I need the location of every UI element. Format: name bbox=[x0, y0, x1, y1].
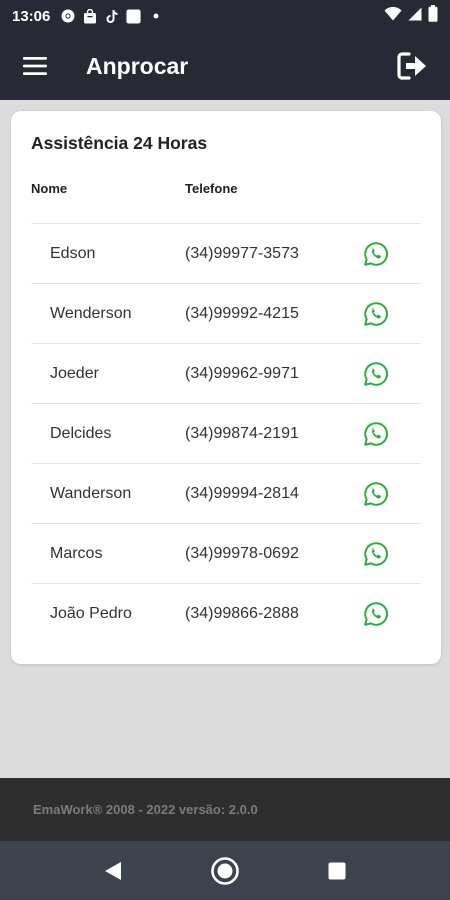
column-header-name: Nome bbox=[31, 181, 68, 196]
nav-home-button[interactable] bbox=[205, 851, 245, 891]
whatsapp-button[interactable] bbox=[361, 359, 391, 389]
contact-name: Joeder bbox=[50, 364, 99, 382]
contact-phone: (34)99962-9971 bbox=[185, 364, 299, 382]
whatsapp-icon bbox=[364, 241, 388, 266]
footer-version-text: EmaWork® 2008 - 2022 versão: 2.0.0 bbox=[33, 802, 258, 817]
whatsapp-button[interactable] bbox=[361, 299, 391, 329]
contact-row: Wenderson (34)99992-4215 bbox=[31, 283, 421, 343]
status-bar: 13:06 bbox=[0, 0, 450, 32]
whatsapp-icon bbox=[364, 541, 388, 566]
signal-icon bbox=[408, 7, 422, 26]
contact-phone: (34)99874-2191 bbox=[185, 424, 299, 442]
home-circle-icon bbox=[211, 856, 239, 885]
contact-row: João Pedro (34)99866-2888 bbox=[31, 583, 421, 643]
footer: EmaWork® 2008 - 2022 versão: 2.0.0 bbox=[0, 778, 450, 841]
contact-phone: (34)99977-3573 bbox=[185, 244, 299, 262]
wifi-icon bbox=[384, 6, 402, 26]
card-title: Assistência 24 Horas bbox=[31, 133, 208, 153]
shopping-bag-icon bbox=[82, 8, 97, 24]
contacts-list: Edson (34)99977-3573 Wenderson (34)99992-42… bbox=[31, 223, 421, 643]
contact-name: Marcos bbox=[50, 544, 103, 562]
whatsapp-icon bbox=[364, 601, 388, 626]
back-triangle-icon bbox=[105, 861, 121, 880]
whatsapp-icon bbox=[364, 301, 388, 326]
whatsapp-button[interactable] bbox=[361, 539, 391, 569]
contact-row: Wanderson (34)99994-2814 bbox=[31, 463, 421, 523]
tiktok-icon bbox=[104, 9, 119, 24]
chrome-icon bbox=[60, 9, 75, 24]
contact-name: Delcides bbox=[50, 424, 112, 442]
whatsapp-button[interactable] bbox=[361, 239, 391, 269]
contact-phone: (34)99978-0692 bbox=[185, 544, 299, 562]
battery-icon bbox=[428, 5, 438, 27]
nav-back-button[interactable] bbox=[93, 851, 133, 891]
contact-phone: (34)99992-4215 bbox=[185, 304, 299, 322]
whatsapp-button[interactable] bbox=[361, 599, 391, 629]
app-bar: Anprocar bbox=[0, 32, 450, 100]
assistance-card: Assistência 24 Horas Nome Telefone Edson… bbox=[11, 111, 441, 664]
contact-name: Wanderson bbox=[50, 484, 132, 502]
system-status-icons bbox=[384, 5, 438, 27]
contact-phone: (34)99866-2888 bbox=[185, 604, 299, 622]
whatsapp-button[interactable] bbox=[361, 479, 391, 509]
contact-row: Edson (34)99977-3573 bbox=[31, 223, 421, 283]
notification-icons bbox=[60, 8, 163, 24]
recents-square-icon bbox=[328, 862, 346, 879]
contact-row: Delcides (34)99874-2191 bbox=[31, 403, 421, 463]
logout-icon bbox=[397, 52, 426, 80]
status-time: 13:06 bbox=[12, 7, 51, 25]
hamburger-menu-icon bbox=[23, 57, 47, 75]
whatsapp-icon bbox=[364, 361, 388, 386]
contact-name: Edson bbox=[50, 244, 96, 262]
contact-phone: (34)99994-2814 bbox=[185, 484, 299, 502]
logout-button[interactable] bbox=[394, 48, 430, 84]
contact-name: Wenderson bbox=[50, 304, 132, 322]
app-square-icon bbox=[126, 8, 141, 24]
whatsapp-icon bbox=[364, 421, 388, 446]
contact-name: João Pedro bbox=[50, 604, 132, 622]
more-notifications-dot-icon bbox=[148, 9, 163, 24]
whatsapp-button[interactable] bbox=[361, 419, 391, 449]
nav-recents-button[interactable] bbox=[317, 851, 357, 891]
contact-row: Joeder (34)99962-9971 bbox=[31, 343, 421, 403]
whatsapp-icon bbox=[364, 481, 388, 506]
menu-button[interactable] bbox=[20, 51, 50, 81]
system-navigation-bar bbox=[0, 841, 450, 900]
column-header-phone: Telefone bbox=[185, 181, 238, 196]
contact-row: Marcos (34)99978-0692 bbox=[31, 523, 421, 583]
app-title: Anprocar bbox=[86, 52, 189, 79]
